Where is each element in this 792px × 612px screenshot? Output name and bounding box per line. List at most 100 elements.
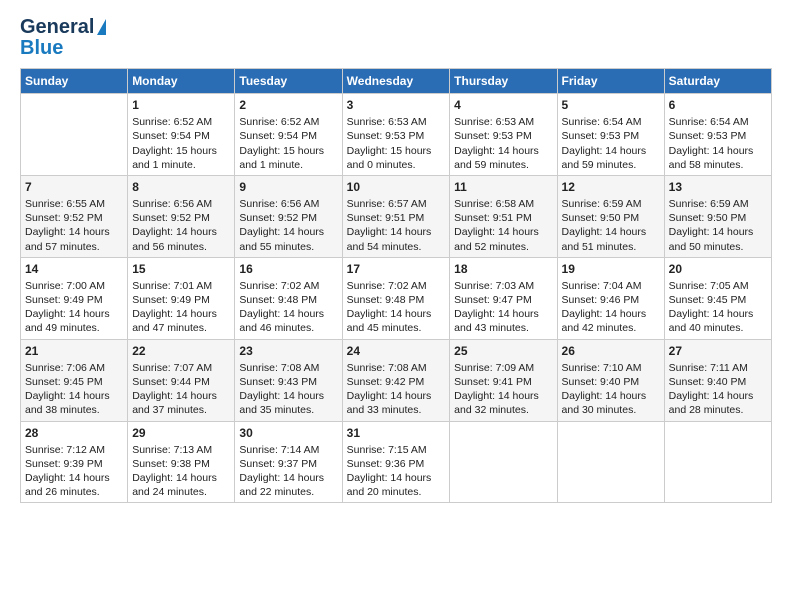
daylight-text: Daylight: 14 hours and 59 minutes. [562,145,647,171]
day-number: 22 [132,343,230,359]
calendar-cell [664,421,771,503]
sunrise-text: Sunrise: 7:15 AM [347,444,427,456]
sunrise-text: Sunrise: 6:53 AM [454,116,534,128]
sunrise-text: Sunrise: 7:04 AM [562,280,642,292]
sunrise-text: Sunrise: 7:13 AM [132,444,212,456]
calendar-cell: 9 Sunrise: 6:56 AM Sunset: 9:52 PM Daylight… [235,175,342,257]
sunrise-text: Sunrise: 7:01 AM [132,280,212,292]
sunset-text: Sunset: 9:48 PM [347,294,425,306]
sunrise-text: Sunrise: 6:54 AM [562,116,642,128]
sunrise-text: Sunrise: 6:59 AM [669,198,749,210]
day-number: 11 [454,179,552,195]
daylight-text: Daylight: 15 hours and 1 minute. [239,145,324,171]
sunrise-text: Sunrise: 7:07 AM [132,362,212,374]
week-row-1: 1Sunrise: 6:52 AMSunset: 9:54 PMDaylight… [21,94,772,176]
daylight-text: Daylight: 14 hours and 32 minutes. [454,390,539,416]
daylight-text: Daylight: 14 hours and 57 minutes. [25,226,110,252]
daylight-text: Daylight: 14 hours and 46 minutes. [239,308,324,334]
sunset-text: Sunset: 9:52 PM [239,212,317,224]
sunset-text: Sunset: 9:40 PM [669,376,747,388]
sunrise-text: Sunrise: 7:14 AM [239,444,319,456]
calendar-cell: 15Sunrise: 7:01 AMSunset: 9:49 PMDayligh… [128,257,235,339]
calendar-cell: 31Sunrise: 7:15 AMSunset: 9:36 PMDayligh… [342,421,450,503]
day-number: 24 [347,343,446,359]
day-number: 27 [669,343,767,359]
sunset-text: Sunset: 9:54 PM [239,130,317,142]
week-row-4: 21Sunrise: 7:06 AMSunset: 9:45 PMDayligh… [21,339,772,421]
header-tuesday: Tuesday [235,69,342,94]
sunrise-text: Sunrise: 6:56 AM [239,198,319,210]
sunset-text: Sunset: 9:51 PM [347,212,425,224]
sunset-text: Sunset: 9:52 PM [25,212,103,224]
sunset-text: Sunset: 9:53 PM [454,130,532,142]
day-number: 9 [239,179,337,195]
sunset-text: Sunset: 9:54 PM [132,130,210,142]
daylight-text: Daylight: 14 hours and 45 minutes. [347,308,432,334]
sunrise-text: Sunrise: 6:58 AM [454,198,534,210]
header: General Blue [20,16,772,60]
sunset-text: Sunset: 9:49 PM [132,294,210,306]
day-number: 14 [25,261,123,277]
daylight-text: Daylight: 14 hours and 22 minutes. [239,472,324,498]
sunset-text: Sunset: 9:45 PM [25,376,103,388]
day-number: 19 [562,261,660,277]
logo-triangle-icon [97,19,106,35]
page: General Blue SundayMondayTuesdayWednesda… [0,0,792,612]
sunrise-text: Sunrise: 7:06 AM [25,362,105,374]
sunset-text: Sunset: 9:52 PM [132,212,210,224]
calendar-cell: 10Sunrise: 6:57 AMSunset: 9:51 PMDayligh… [342,175,450,257]
daylight-text: Daylight: 14 hours and 24 minutes. [132,472,217,498]
daylight-text: Daylight: 14 hours and 49 minutes. [25,308,110,334]
day-number: 8 [132,179,230,195]
logo-general: General [20,16,94,39]
header-saturday: Saturday [664,69,771,94]
daylight-text: Daylight: 14 hours and 30 minutes. [562,390,647,416]
sunset-text: Sunset: 9:37 PM [239,458,317,470]
calendar-cell: 24Sunrise: 7:08 AMSunset: 9:42 PMDayligh… [342,339,450,421]
sunset-text: Sunset: 9:36 PM [347,458,425,470]
sunset-text: Sunset: 9:53 PM [562,130,640,142]
sunset-text: Sunset: 9:48 PM [239,294,317,306]
daylight-text: Daylight: 14 hours and 28 minutes. [669,390,754,416]
header-friday: Friday [557,69,664,94]
calendar-cell: 3Sunrise: 6:53 AMSunset: 9:53 PMDaylight… [342,94,450,176]
calendar-cell: 4Sunrise: 6:53 AMSunset: 9:53 PMDaylight… [450,94,557,176]
sunrise-text: Sunrise: 6:55 AM [25,198,105,210]
header-monday: Monday [128,69,235,94]
calendar-cell: 18Sunrise: 7:03 AMSunset: 9:47 PMDayligh… [450,257,557,339]
daylight-text: Daylight: 14 hours and 59 minutes. [454,145,539,171]
sunrise-text: Sunrise: 7:12 AM [25,444,105,456]
day-number: 17 [347,261,446,277]
day-number: 30 [239,425,337,441]
sunset-text: Sunset: 9:50 PM [562,212,640,224]
sunrise-text: Sunrise: 7:00 AM [25,280,105,292]
sunrise-text: Sunrise: 6:52 AM [132,116,212,128]
sunset-text: Sunset: 9:53 PM [347,130,425,142]
calendar-cell: 28Sunrise: 7:12 AMSunset: 9:39 PMDayligh… [21,421,128,503]
day-number: 16 [239,261,337,277]
sunrise-text: Sunrise: 6:54 AM [669,116,749,128]
daylight-text: Daylight: 14 hours and 47 minutes. [132,308,217,334]
sunrise-text: Sunrise: 7:02 AM [239,280,319,292]
sunrise-text: Sunrise: 7:05 AM [669,280,749,292]
calendar-cell: 29Sunrise: 7:13 AMSunset: 9:38 PMDayligh… [128,421,235,503]
day-number: 2 [239,97,337,113]
calendar-cell: 8Sunrise: 6:56 AMSunset: 9:52 PMDaylight… [128,175,235,257]
day-number: 28 [25,425,123,441]
sunset-text: Sunset: 9:50 PM [669,212,747,224]
day-number: 12 [562,179,660,195]
daylight-text: Daylight: 14 hours and 56 minutes. [132,226,217,252]
calendar-cell [450,421,557,503]
calendar-cell: 30 Sunrise: 7:14 AM Sunset: 9:37 PM Dayligh… [235,421,342,503]
sunrise-text: Sunrise: 6:59 AM [562,198,642,210]
day-number: 5 [562,97,660,113]
daylight-text: Daylight: 14 hours and 51 minutes. [562,226,647,252]
calendar-cell: 12 Sunrise: 6:59 AM Sunset: 9:50 PM Dayligh… [557,175,664,257]
daylight-text: Daylight: 14 hours and 43 minutes. [454,308,539,334]
calendar-table: SundayMondayTuesdayWednesdayThursdayFrid… [20,68,772,503]
day-number: 10 [347,179,446,195]
sunset-text: Sunset: 9:53 PM [669,130,747,142]
daylight-text: Daylight: 14 hours and 55 minutes. [239,226,324,252]
calendar-cell: 13Sunrise: 6:59 AMSunset: 9:50 PMDayligh… [664,175,771,257]
sunset-text: Sunset: 9:46 PM [562,294,640,306]
